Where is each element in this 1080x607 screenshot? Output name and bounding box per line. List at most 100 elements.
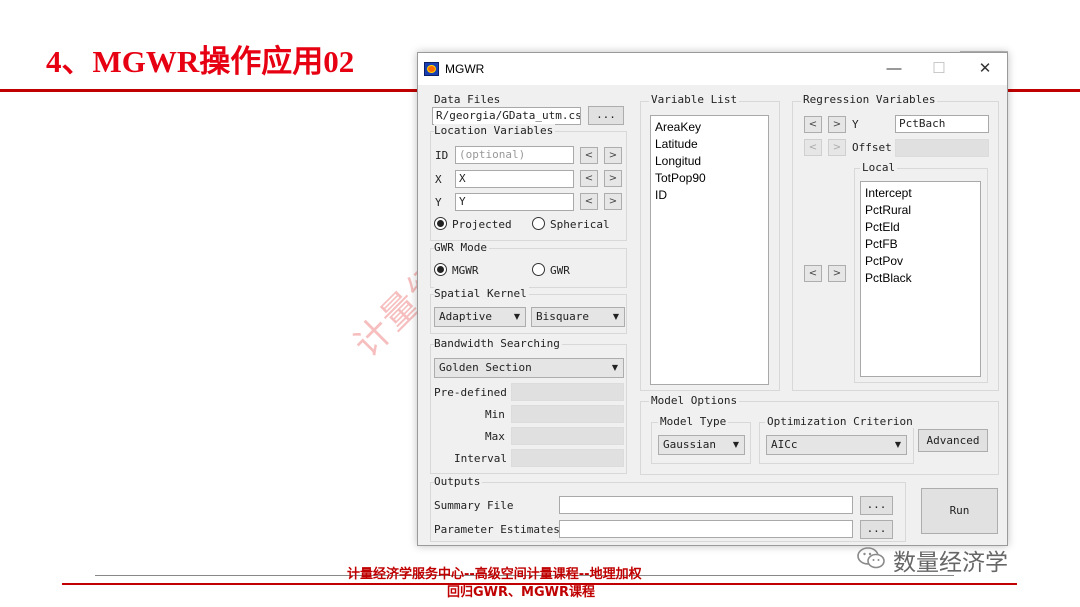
summary-file-label: Summary File [434,499,514,512]
window-titlebar[interactable]: MGWR — ☐ ✕ [418,53,1007,85]
minimize-button[interactable]: — [874,57,914,81]
max-field [511,427,624,445]
footer-line-2: 回归GWR、MGWR课程 [447,585,595,600]
local-right-arrow-icon[interactable]: > [828,265,846,282]
chevron-down-icon: ▼ [612,312,619,321]
offset-right-arrow-icon: > [828,139,846,156]
variable-listbox[interactable]: AreaKey Latitude Longitud TotPop90 ID [650,115,769,385]
id-label: ID [435,149,449,162]
criterion-value: AICc [771,438,798,451]
spatial-kernel-label: Spatial Kernel [434,287,529,300]
interval-label: Interval [454,452,507,465]
run-button[interactable]: Run [921,488,998,534]
mgwr-label: MGWR [452,264,479,277]
data-files-label: Data Files [434,93,501,106]
interval-field [511,449,624,467]
predefined-label: Pre-defined [434,386,507,399]
window-title: MGWR [445,62,485,76]
summary-file-browse-button[interactable]: ... [860,496,893,515]
list-item[interactable]: TotPop90 [655,170,764,187]
list-item[interactable]: Intercept [865,185,976,202]
list-item[interactable]: AreaKey [655,119,764,136]
y-left-arrow-icon[interactable]: < [580,193,598,210]
chevron-down-icon: ▼ [894,440,901,449]
mgwr-window: MGWR — ☐ ✕ Data Files R/georgia/GData_ut… [417,52,1008,546]
list-item[interactable]: PctPov [865,253,976,270]
projected-radio[interactable] [434,217,447,230]
y-label: Y [435,196,442,209]
wechat-account-label: 数量经济学 [893,550,1008,576]
id-field[interactable]: (optional) [455,146,574,164]
predefined-field [511,383,624,401]
chevron-down-icon: ▼ [732,440,739,449]
list-item[interactable]: ID [655,187,764,204]
model-type-label: Model Type [658,415,729,428]
local-left-arrow-icon[interactable]: < [804,265,822,282]
chevron-down-icon: ▼ [513,312,520,321]
offset-label: Offset [852,141,892,154]
close-button[interactable]: ✕ [965,57,1005,81]
list-item[interactable]: PctBlack [865,270,976,287]
list-item[interactable]: Latitude [655,136,764,153]
id-right-arrow-icon[interactable]: > [604,147,622,164]
x-left-arrow-icon[interactable]: < [580,170,598,187]
local-label: Local [860,161,898,174]
x-right-arrow-icon[interactable]: > [604,170,622,187]
list-item[interactable]: PctFB [865,236,976,253]
y-right-arrow-icon[interactable]: > [604,193,622,210]
x-label: X [435,173,442,186]
outputs-label: Outputs [434,475,483,488]
x-field[interactable]: X [455,170,574,188]
summary-file-field[interactable] [559,496,853,514]
parameter-estimates-browse-button[interactable]: ... [860,520,893,539]
max-label: Max [485,430,505,443]
list-item[interactable]: PctEld [865,219,976,236]
bandwidth-method-select[interactable]: Golden Section ▼ [434,358,624,378]
maximize-button[interactable]: ☐ [919,57,959,81]
min-label: Min [485,408,505,421]
gwr-mode-label: GWR Mode [434,241,489,254]
mgwr-radio[interactable] [434,263,447,276]
footer-line-1: 计量经济学服务中心--高级空间计量课程--地理加权 [347,567,642,582]
criterion-select[interactable]: AICc ▼ [766,435,907,455]
id-left-arrow-icon[interactable]: < [580,147,598,164]
list-item[interactable]: PctRural [865,202,976,219]
projected-label: Projected [452,218,512,231]
parameter-estimates-label: Parameter Estimates [434,523,560,536]
model-type-value: Gaussian [663,438,716,451]
regression-y-label: Y [852,118,859,131]
advanced-button[interactable]: Advanced [918,429,988,452]
data-file-browse-button[interactable]: ... [588,106,624,125]
gwr-radio[interactable] [532,263,545,276]
parameter-estimates-field[interactable] [559,520,853,538]
criterion-label: Optimization Criterion [765,415,915,428]
chevron-down-icon: ▼ [611,363,618,372]
variable-list-label: Variable List [649,93,740,106]
location-variables-label: Location Variables [434,124,556,137]
list-item[interactable]: Longitud [655,153,764,170]
local-listbox[interactable]: Intercept PctRural PctEld PctFB PctPov P… [860,181,981,377]
kernel-type-select[interactable]: Adaptive ▼ [434,307,526,327]
regression-y-field[interactable]: PctBach [895,115,989,133]
gwr-label: GWR [550,264,570,277]
wechat-icon [857,547,885,569]
regression-variables-label: Regression Variables [801,93,938,106]
app-icon [424,62,439,76]
offset-field [895,139,989,157]
y-field[interactable]: Y [455,193,574,211]
regression-y-right-arrow-icon[interactable]: > [828,116,846,133]
spherical-label: Spherical [550,218,610,231]
min-field [511,405,624,423]
kernel-type-value: Adaptive [439,310,492,323]
bandwidth-label: Bandwidth Searching [434,337,562,350]
regression-y-left-arrow-icon[interactable]: < [804,116,822,133]
data-file-path-input[interactable]: R/georgia/GData_utm.csv [432,107,581,125]
model-type-select[interactable]: Gaussian ▼ [658,435,745,455]
kernel-function-value: Bisquare [536,310,589,323]
slide-title: 4、MGWR操作应用02 [46,44,355,79]
bandwidth-method-value: Golden Section [439,361,532,374]
spherical-radio[interactable] [532,217,545,230]
kernel-function-select[interactable]: Bisquare ▼ [531,307,625,327]
title-underline-right [1008,89,1080,92]
offset-left-arrow-icon: < [804,139,822,156]
